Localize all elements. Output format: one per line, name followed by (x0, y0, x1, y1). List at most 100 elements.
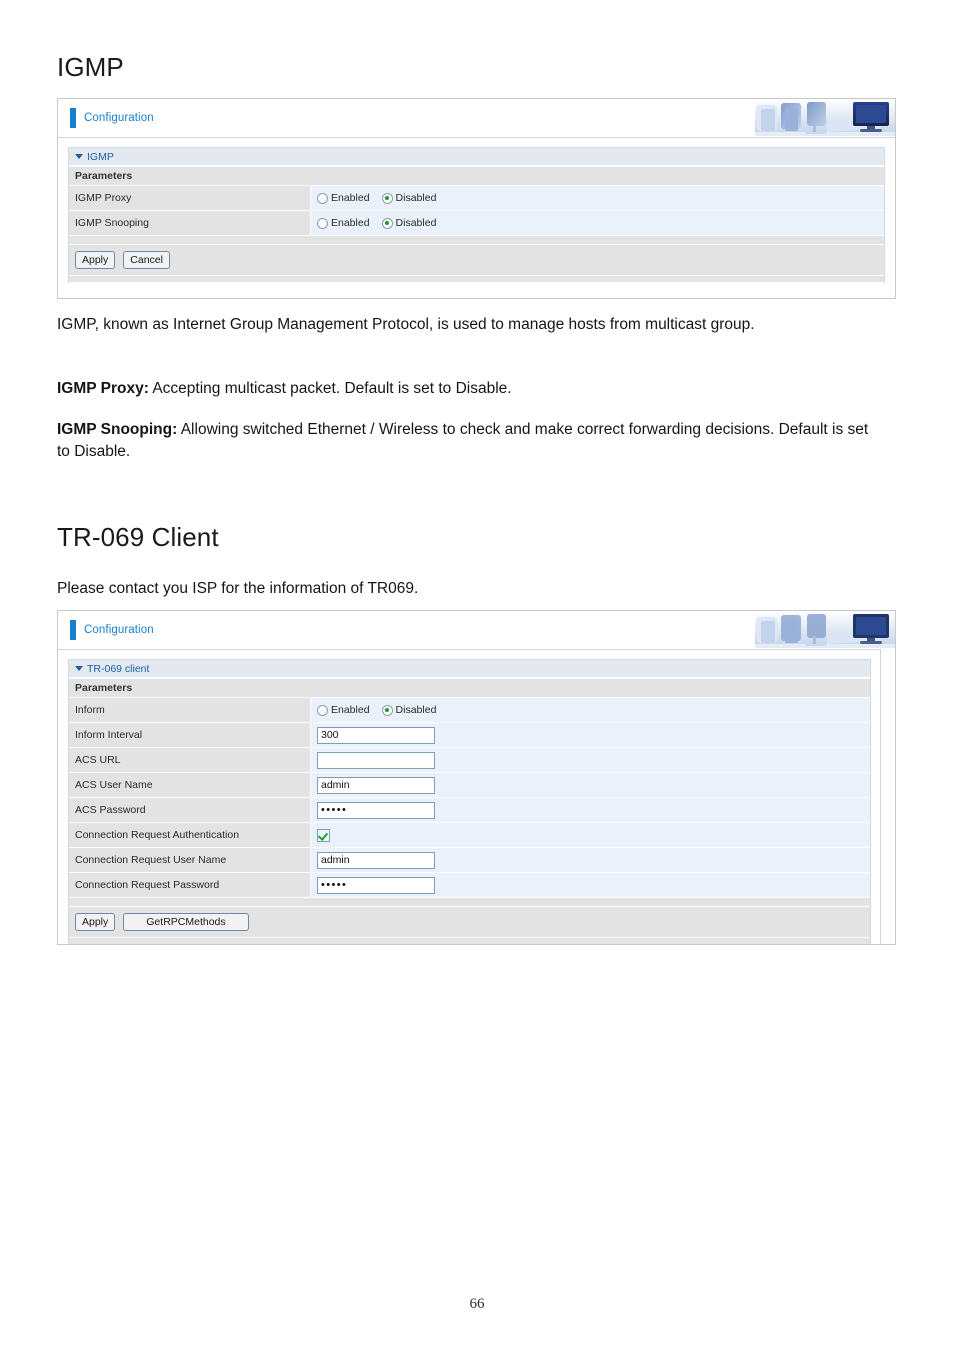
radio-label: Enabled (331, 704, 370, 716)
button-row-spacer-bottom (69, 938, 870, 944)
paragraph-text: IGMP, known as Internet Group Management… (57, 316, 755, 333)
row-value-connection-request-authentication (311, 823, 870, 847)
chevron-down-icon (75, 666, 83, 671)
radio-inform-disabled[interactable]: Disabled (381, 704, 437, 716)
radio-indicator-selected (381, 192, 393, 204)
section-title-label: TR-069 client (87, 662, 150, 675)
radio-igmp-snooping-disabled[interactable]: Disabled (381, 217, 437, 229)
apply-button[interactable]: Apply (75, 251, 116, 269)
row-label-connection-request-password: Connection Request Password (69, 873, 311, 897)
radio-inform-enabled[interactable]: Enabled (317, 704, 370, 716)
table-row: Connection Request Password (69, 873, 870, 898)
radio-indicator (317, 704, 328, 716)
radio-label: Disabled (395, 192, 437, 204)
acs-password-input[interactable] (317, 801, 435, 819)
row-label-acs-password: ACS Password (69, 798, 311, 822)
tr069-configuration-panel: Configuration TR-069 client Parameters I… (57, 610, 896, 945)
panel-inner: IGMP Parameters IGMP Proxy Enabled Disab… (58, 138, 895, 283)
paragraph-text: Accepting multicast packet. Default is s… (148, 380, 512, 397)
radio-label: Disabled (395, 217, 437, 229)
panel-titlebar: Configuration (58, 611, 895, 650)
table-row: ACS URL (69, 748, 870, 773)
button-row-igmp: Apply Cancel (69, 245, 884, 276)
page-title-igmp: IGMP (57, 52, 124, 82)
inform-interval-input[interactable] (317, 726, 435, 744)
row-value-inform-interval (311, 723, 870, 747)
connection-request-user-name-input[interactable] (317, 851, 435, 869)
chevron-down-icon (75, 154, 83, 159)
igmp-section-wrap: IGMP Parameters IGMP Proxy Enabled Disab… (68, 147, 885, 283)
row-value-connection-request-user-name (311, 848, 870, 872)
table-row: ACS User Name (69, 773, 870, 798)
row-label-acs-user-name: ACS User Name (69, 773, 311, 797)
row-label-connection-request-authentication: Connection Request Authentication (69, 823, 311, 847)
radio-igmp-snooping-enabled[interactable]: Enabled (317, 217, 370, 229)
table-row: IGMP Proxy Enabled Disabled (69, 186, 884, 211)
office-banner-image (755, 611, 895, 648)
radio-label: Disabled (395, 704, 437, 716)
row-value-connection-request-password (311, 873, 870, 897)
button-row-spacer (69, 898, 870, 907)
table-row: ACS Password (69, 798, 870, 823)
panel-inner: TR-069 client Parameters Inform Enabled (58, 650, 895, 944)
acs-user-name-input[interactable] (317, 776, 435, 794)
row-label-inform: Inform (69, 698, 311, 722)
table-row: Connection Request Authentication (69, 823, 870, 848)
parameters-bar: Parameters (69, 166, 884, 186)
row-label-inform-interval: Inform Interval (69, 723, 311, 747)
button-row-spacer (69, 236, 884, 245)
radio-label: Enabled (331, 192, 370, 204)
parameters-label: Parameters (75, 170, 133, 182)
row-label-igmp-snooping: IGMP Snooping (69, 211, 311, 235)
paragraph-igmp-intro: IGMP, known as Internet Group Management… (57, 314, 877, 336)
igmp-configuration-panel: Configuration IGMP Parameters IGMP Proxy… (57, 98, 896, 299)
radio-indicator-selected (381, 704, 393, 716)
table-row: Inform Interval (69, 723, 870, 748)
section-title-label: IGMP (87, 150, 114, 163)
title-accent-bar (70, 108, 76, 128)
connection-request-authentication-checkbox[interactable] (317, 828, 330, 842)
title-accent-bar (70, 620, 76, 640)
radio-igmp-proxy-enabled[interactable]: Enabled (317, 192, 370, 204)
page-number: 66 (469, 1296, 485, 1312)
section-header-tr069[interactable]: TR-069 client (69, 660, 870, 678)
paragraph-text: Allowing switched Ethernet / Wireless to… (57, 421, 869, 460)
office-banner-image (755, 99, 895, 136)
row-value-inform: Enabled Disabled (311, 698, 870, 722)
panel-title-label: Configuration (84, 624, 154, 636)
radio-label: Enabled (331, 217, 370, 229)
table-row: Inform Enabled Disabled (69, 698, 870, 723)
row-label-acs-url: ACS URL (69, 748, 311, 772)
connection-request-password-input[interactable] (317, 876, 435, 894)
paragraph-lead: IGMP Snooping: (57, 421, 178, 438)
radio-group-inform: Enabled Disabled (317, 704, 436, 716)
document-page: IGMP Configuration IGMP Parameters IGMP … (0, 0, 954, 1350)
paragraph-igmp-proxy: IGMP Proxy: Accepting multicast packet. … (57, 378, 877, 400)
parameters-label: Parameters (75, 682, 133, 694)
paragraph-tr069-intro: Please contact you ISP for the informati… (57, 580, 419, 597)
paragraph-igmp-snooping: IGMP Snooping: Allowing switched Etherne… (57, 419, 877, 462)
parameters-bar: Parameters (69, 678, 870, 698)
tr069-section-wrap: TR-069 client Parameters Inform Enabled (68, 659, 871, 944)
row-value-igmp-proxy: Enabled Disabled (311, 186, 884, 210)
button-row-spacer-bottom (69, 276, 884, 283)
table-row: Connection Request User Name (69, 848, 870, 873)
row-value-acs-password (311, 798, 870, 822)
row-value-acs-url (311, 748, 870, 772)
radio-group-igmp-snooping: Enabled Disabled (317, 217, 436, 229)
section-header-igmp[interactable]: IGMP (69, 148, 884, 166)
paragraph-lead: IGMP Proxy: (57, 380, 149, 397)
apply-button[interactable]: Apply (75, 913, 116, 931)
panel-title-label: Configuration (84, 112, 154, 124)
page-title-tr069: TR-069 Client (57, 522, 219, 552)
cancel-button[interactable]: Cancel (123, 251, 170, 269)
row-label-connection-request-user-name: Connection Request User Name (69, 848, 311, 872)
row-value-acs-user-name (311, 773, 870, 797)
panel-titlebar: Configuration (58, 99, 895, 138)
radio-igmp-proxy-disabled[interactable]: Disabled (381, 192, 437, 204)
row-value-igmp-snooping: Enabled Disabled (311, 211, 884, 235)
radio-group-igmp-proxy: Enabled Disabled (317, 192, 436, 204)
acs-url-input[interactable] (317, 751, 435, 769)
get-rpc-methods-button[interactable]: GetRPCMethods (123, 913, 249, 931)
row-label-igmp-proxy: IGMP Proxy (69, 186, 311, 210)
